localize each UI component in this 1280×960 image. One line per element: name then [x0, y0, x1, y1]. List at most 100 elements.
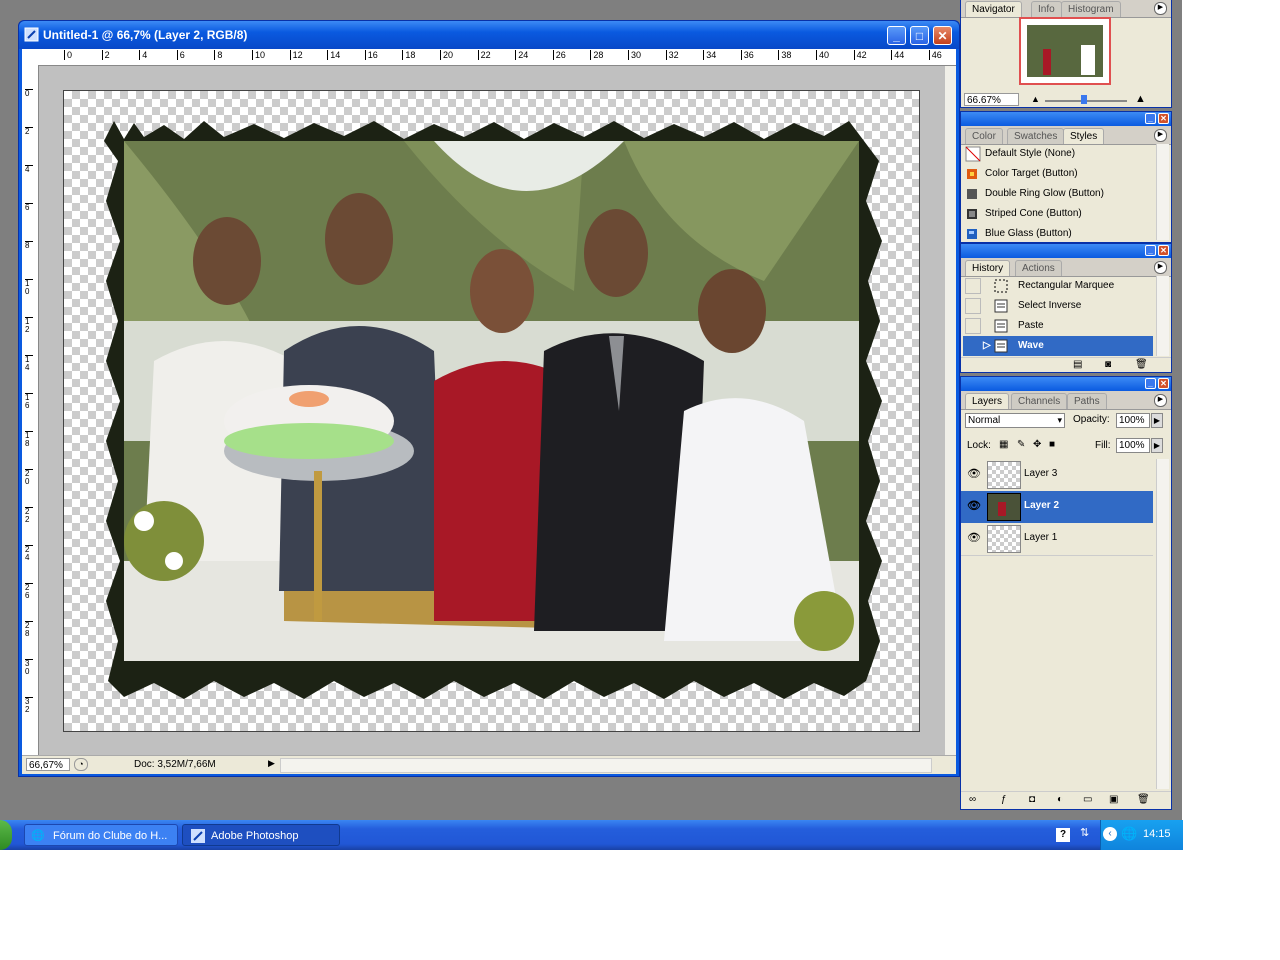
tab-history[interactable]: History [965, 260, 1011, 276]
link-layers-icon[interactable]: ∞ [969, 794, 976, 805]
layers-scrollbar[interactable] [1156, 459, 1169, 789]
tab-navigator[interactable]: Navigator [965, 1, 1022, 17]
help-icon[interactable]: ? [1056, 828, 1070, 842]
eye-icon[interactable]: 👁 [967, 531, 981, 544]
lock-all-icon[interactable]: ■ [1049, 439, 1055, 450]
tab-channels[interactable]: Channels [1011, 393, 1068, 409]
document-title-bar[interactable]: Untitled-1 @ 66,7% (Layer 2, RGB/8) _ □ … [19, 21, 959, 49]
horizontal-scrollbar[interactable] [280, 758, 932, 773]
ruler-origin[interactable] [22, 49, 39, 66]
tab-actions[interactable]: Actions [1015, 260, 1062, 276]
image-canvas[interactable] [63, 90, 920, 732]
tab-swatches[interactable]: Swatches [1007, 128, 1065, 144]
tray-expand-icon[interactable]: ‹ [1103, 827, 1117, 841]
history-source-box[interactable] [965, 278, 981, 294]
navigator-zoom[interactable]: 66.67% [964, 93, 1019, 106]
ruler-top-label: 8 [214, 50, 222, 60]
layers-panel-titlebar[interactable]: _ ✕ [961, 377, 1171, 391]
history-panel-titlebar[interactable]: _ ✕ [961, 244, 1171, 258]
trash-icon[interactable]: 🗑 [1137, 794, 1150, 805]
ruler-left-label: 32 [25, 697, 33, 714]
panel-minimize-button[interactable]: _ [1145, 378, 1156, 389]
new-group-icon[interactable]: ▭ [1083, 794, 1092, 805]
globe-icon[interactable]: 🌐 [1121, 826, 1137, 842]
zoom-in-icon[interactable]: ▲ [1135, 93, 1146, 105]
tab-layers[interactable]: Layers [965, 393, 1010, 409]
history-item[interactable]: Rectangular Marquee [963, 276, 1153, 296]
tab-paths[interactable]: Paths [1067, 393, 1107, 409]
fill-input[interactable]: 100% [1116, 438, 1150, 453]
history-item-selected[interactable]: ▷ Wave [963, 336, 1153, 356]
style-item[interactable]: Default Style (None) [963, 144, 1153, 164]
panel-menu-icon[interactable]: ▶ [1154, 394, 1167, 407]
styles-scrollbar[interactable] [1156, 144, 1169, 240]
eye-icon[interactable]: 👁 [967, 499, 981, 512]
tab-info[interactable]: Info [1031, 1, 1062, 17]
vertical-scrollbar[interactable] [945, 66, 956, 755]
history-scrollbar[interactable] [1156, 276, 1169, 356]
styles-panel-titlebar[interactable]: _ ✕ [961, 112, 1171, 126]
style-item[interactable]: Blue Glass (Button) [963, 224, 1153, 244]
canvas-area[interactable] [39, 66, 945, 755]
ruler-top-label: 12 [289, 50, 303, 60]
history-source-box[interactable] [965, 318, 981, 334]
history-item[interactable]: Select Inverse [963, 296, 1153, 316]
ruler-vertical[interactable]: 0 2 4 6 8 10 12 14 16 18 20 22 24 26 28 30 32 [22, 65, 39, 755]
tab-styles[interactable]: Styles [1063, 128, 1105, 144]
layer-mask-icon[interactable]: ◘ [1029, 794, 1035, 805]
lock-brush-icon[interactable]: ✎ [1017, 439, 1025, 450]
zoom-slider-handle[interactable] [1081, 95, 1087, 104]
task-forum[interactable]: 🌐 Fórum do Clube do H... [24, 824, 178, 846]
status-bar: 66,67% ◔ Doc: 3,52M/7,66M ▶ [22, 755, 956, 774]
history-source-box[interactable] [965, 298, 981, 314]
fill-slider-arrow-icon[interactable]: ▶ [1151, 438, 1163, 453]
fill-label: Fill: [1095, 440, 1111, 451]
layer-style-icon[interactable]: ƒ [1001, 794, 1007, 805]
lock-move-icon[interactable]: ✥ [1033, 439, 1041, 450]
panel-close-button[interactable]: ✕ [1158, 245, 1169, 256]
zoom-level[interactable]: 66,67% [26, 758, 70, 771]
style-item[interactable]: Color Target (Button) [963, 164, 1153, 184]
history-item[interactable]: Paste [963, 316, 1153, 336]
status-options-icon[interactable]: ◔ [74, 758, 88, 771]
layer-row[interactable]: 👁 Layer 3 [961, 459, 1153, 492]
clock[interactable]: 14:15 [1143, 828, 1171, 840]
tab-histogram[interactable]: Histogram [1061, 1, 1121, 17]
ruler-top-label: 20 [440, 50, 453, 60]
new-layer-icon[interactable]: ▣ [1109, 794, 1118, 805]
new-snapshot-icon[interactable]: ◙ [1105, 359, 1111, 370]
close-button[interactable]: ✕ [933, 26, 952, 45]
task-photoshop[interactable]: Adobe Photoshop [182, 824, 340, 846]
maximize-button[interactable]: □ [910, 26, 929, 45]
zoom-out-icon[interactable]: ▲ [1031, 94, 1040, 104]
navigator-thumbnail[interactable] [1019, 17, 1111, 85]
eye-icon[interactable]: 👁 [967, 467, 981, 480]
panel-minimize-button[interactable]: _ [1145, 245, 1156, 256]
layer-row-selected[interactable]: 👁 Layer 2 [961, 491, 1153, 523]
panel-menu-icon[interactable]: ▶ [1154, 2, 1167, 15]
history-tabs: History Actions ▶ [961, 258, 1171, 277]
ruler-horizontal[interactable]: 0 2 4 6 8 10 12 14 16 18 20 22 24 26 28 30 32 34 36 38 40 42 4… [38, 49, 956, 66]
network-icon[interactable]: ⇅ [1080, 826, 1089, 839]
status-menu-arrow-icon[interactable]: ▶ [268, 758, 275, 769]
minimize-button[interactable]: _ [887, 26, 906, 45]
style-item[interactable]: Striped Cone (Button) [963, 204, 1153, 224]
ruler-left-label: 10 [25, 279, 33, 296]
adjustment-layer-icon[interactable]: ◐ [1057, 794, 1063, 805]
panel-minimize-button[interactable]: _ [1145, 113, 1156, 124]
panel-close-button[interactable]: ✕ [1158, 113, 1169, 124]
panel-close-button[interactable]: ✕ [1158, 378, 1169, 389]
lock-transparency-icon[interactable]: ▦ [999, 439, 1008, 450]
opacity-slider-arrow-icon[interactable]: ▶ [1151, 413, 1163, 428]
panel-menu-icon[interactable]: ▶ [1154, 129, 1167, 142]
panel-menu-icon[interactable]: ▶ [1154, 261, 1167, 274]
layer-row[interactable]: 👁 Layer 1 [961, 523, 1153, 556]
tab-color[interactable]: Color [965, 128, 1003, 144]
blend-mode-select[interactable]: Normal ▾ [965, 413, 1065, 428]
new-document-from-state-icon[interactable]: ▤ [1073, 359, 1082, 370]
start-button[interactable] [0, 820, 12, 850]
trash-icon[interactable]: 🗑 [1135, 359, 1148, 370]
history-footer: ▤ ◙ 🗑 [961, 357, 1171, 373]
style-item[interactable]: Double Ring Glow (Button) [963, 184, 1153, 204]
opacity-input[interactable]: 100% [1116, 413, 1150, 428]
